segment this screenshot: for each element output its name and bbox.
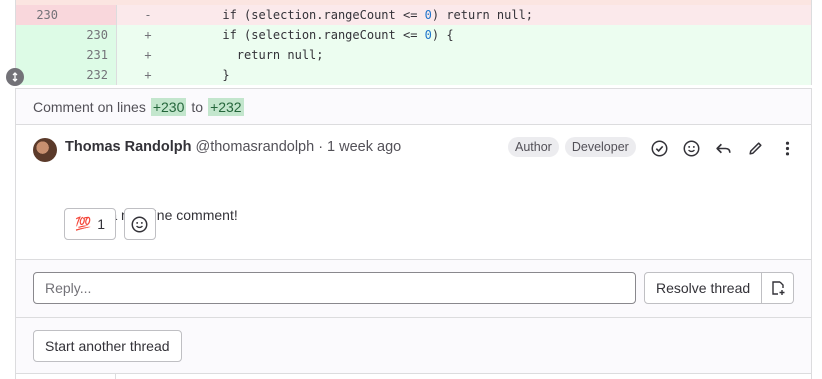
separator: · [318, 139, 324, 155]
diff-line-added: 232 + } [16, 65, 811, 85]
award-list: 💯 1 [64, 208, 156, 240]
code-text: return null; [179, 48, 324, 62]
hundred-points-icon: 💯 [75, 216, 92, 231]
new-line-number[interactable]: 230 [66, 25, 116, 45]
diff-marker: + [144, 48, 152, 62]
award-emoji-button[interactable]: 💯 1 [64, 208, 116, 240]
diff-line-added: 230 + if (selection.rangeCount <= 0) { [16, 25, 811, 45]
diff-marker: + [144, 68, 152, 82]
code-text: if (selection.rangeCount <= 0) return nu… [179, 8, 534, 22]
old-line-number[interactable]: 230 [16, 5, 66, 25]
to-label: to [191, 98, 204, 115]
role-badges: Author Developer [508, 137, 636, 157]
line-start-chip: +230 [150, 97, 187, 116]
old-line-number[interactable] [16, 25, 66, 45]
old-line-number[interactable] [16, 45, 66, 65]
diff-view: 230 - if (selection.rangeCount <= 0) ret… [15, 0, 812, 85]
diff-marker: + [144, 28, 152, 42]
reply-row: Resolve thread [16, 260, 811, 318]
new-line-number[interactable]: 232 [66, 65, 116, 85]
expand-icon[interactable] [6, 68, 24, 86]
smile-icon[interactable] [681, 137, 701, 159]
reply-icon[interactable] [713, 137, 733, 159]
author-name[interactable]: Thomas Randolph [65, 139, 191, 155]
diff-marker: - [144, 8, 152, 22]
ellipsis-v-icon[interactable] [777, 137, 797, 159]
code-text: } [179, 68, 230, 82]
comment-lines-header: Comment on lines +230 to +232 [16, 89, 811, 125]
new-line-number[interactable]: 231 [66, 45, 116, 65]
smile-icon [132, 216, 148, 232]
new-line-number[interactable] [66, 5, 116, 25]
note-actions [649, 137, 797, 159]
note-timestamp[interactable]: 1 week ago [327, 139, 401, 155]
line-end-chip: +232 [208, 97, 244, 116]
start-thread-row: Start another thread [16, 318, 811, 374]
pencil-icon[interactable] [745, 137, 765, 159]
comment-on-label: Comment on lines [33, 98, 146, 115]
note-header: Thomas Randolph @thomasrandolph · 1 week… [65, 139, 401, 155]
developer-badge: Developer [564, 137, 636, 157]
resolve-group: Resolve thread [644, 272, 795, 304]
diff-line-added: 231 + return null; [16, 45, 811, 65]
avatar[interactable] [33, 138, 57, 162]
author-badge: Author [508, 137, 559, 157]
diff-continuation [16, 374, 811, 379]
reply-input[interactable] [33, 272, 636, 304]
code-text: if (selection.rangeCount <= 0) { [179, 28, 454, 42]
diff-line-removed: 230 - if (selection.rangeCount <= 0) ret… [16, 5, 811, 25]
add-reaction-button[interactable] [123, 208, 156, 240]
start-another-thread-button[interactable]: Start another thread [33, 330, 182, 362]
award-count: 1 [97, 216, 105, 232]
issue-new-icon[interactable] [762, 272, 795, 304]
author-handle[interactable]: @thomasrandolph [195, 139, 314, 155]
diff-cutoff-line [16, 0, 811, 5]
check-circle-icon[interactable] [649, 137, 669, 159]
resolve-thread-button[interactable]: Resolve thread [644, 272, 763, 304]
